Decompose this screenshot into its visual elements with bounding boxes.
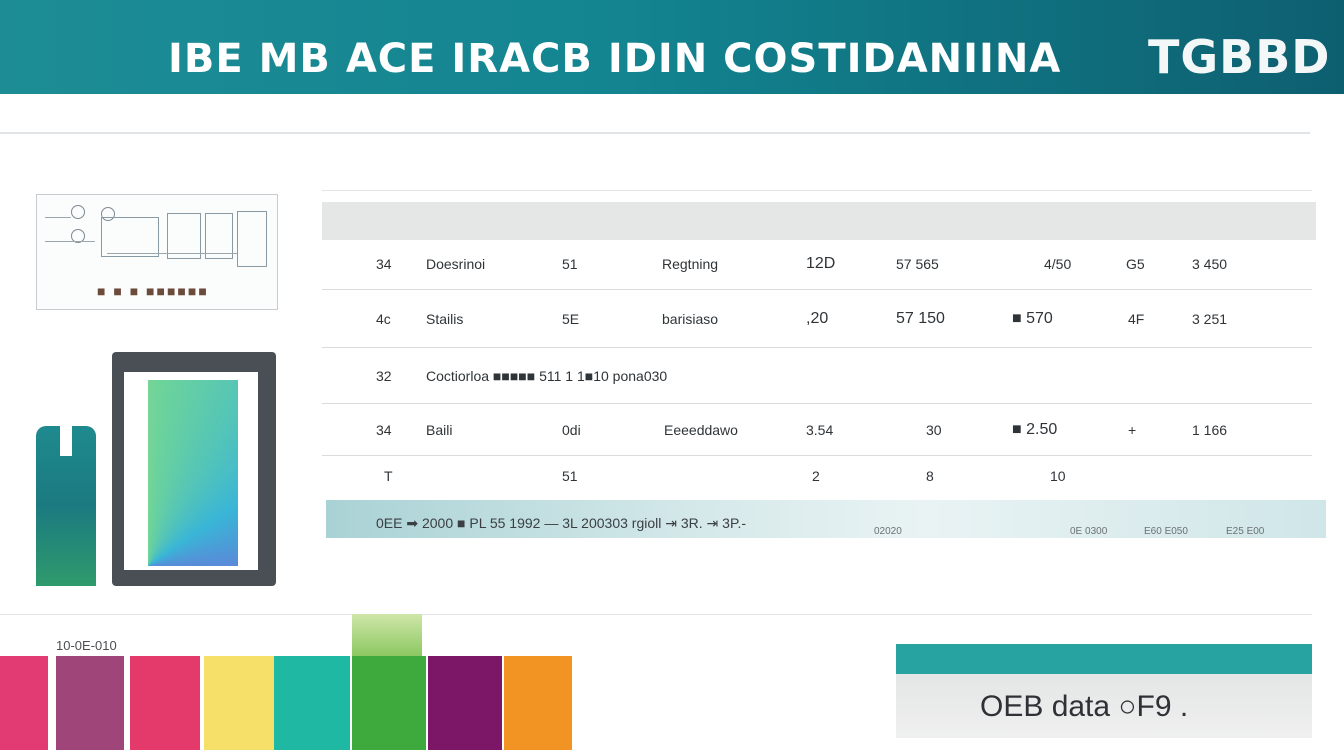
cell-rate: 4/50 bbox=[1044, 255, 1072, 272]
color-swatch[interactable] bbox=[130, 656, 200, 750]
cell-total: 1 166 bbox=[1192, 421, 1228, 438]
header-banner: IBE MB ACE IRACB IDIN COSTIDANIINA TGBBD bbox=[0, 0, 1344, 94]
cell-id: 34 bbox=[376, 421, 392, 438]
color-swatch[interactable] bbox=[204, 656, 274, 750]
table-top-divider bbox=[322, 190, 1312, 191]
cell-value: 12D bbox=[806, 254, 836, 272]
color-swatch[interactable] bbox=[274, 656, 350, 750]
cell-name: Coctiorloa ■■■■■ 511 1 1■10 pona030 bbox=[426, 367, 668, 384]
cell-name: Baili bbox=[426, 421, 453, 438]
swatch-label: 10-0E-010 bbox=[56, 638, 117, 653]
cell-type: Regtning bbox=[662, 255, 719, 272]
table-row[interactable]: 4c Stailis 5E barisiaso ,20 57 150 ■ 570… bbox=[322, 290, 1312, 348]
table-row[interactable]: 34 Baili 0di Eeeeddawo 3.54 30 ■ 2.50 + … bbox=[322, 404, 1312, 456]
cell-code: 0di bbox=[562, 421, 581, 438]
color-swatch[interactable] bbox=[428, 656, 502, 750]
color-swatch[interactable] bbox=[0, 656, 48, 750]
cell-id: 32 bbox=[376, 367, 392, 384]
diagram-node-icon bbox=[71, 205, 85, 219]
header-logo: TGBBD bbox=[1148, 30, 1331, 84]
diagram-thumbnail[interactable]: ■ ■ ■ ■■■■■■ bbox=[36, 194, 278, 310]
diagram-block bbox=[101, 217, 159, 257]
cell-code: 5E bbox=[562, 310, 580, 327]
cell-total: 3 450 bbox=[1192, 255, 1228, 272]
cell-type: Eeeeddawo bbox=[664, 421, 738, 438]
cell-rate: ■ 2.50 bbox=[1012, 420, 1058, 438]
tower-notch bbox=[60, 426, 72, 456]
swatch-highlight bbox=[352, 614, 422, 656]
footer-cell: E60 E050 bbox=[1144, 526, 1188, 537]
cell-code: 51 bbox=[562, 255, 578, 272]
diagram-connector bbox=[107, 253, 237, 254]
top-divider bbox=[0, 132, 1310, 134]
footer-summary: 0ЕЕ ➡ 2000 ■ PL 55 1992 — 3L 200303 rgio… bbox=[376, 515, 747, 531]
footer-cell: 02020 bbox=[874, 526, 902, 537]
table-header bbox=[322, 202, 1316, 240]
footer-cell: 0E 0300 bbox=[1070, 526, 1108, 537]
cell-name: Doesrinoi bbox=[426, 255, 486, 272]
table-row[interactable]: 32 Coctiorloa ■■■■■ 511 1 1■10 pona030 bbox=[322, 348, 1312, 404]
cell-grade: 4F bbox=[1128, 310, 1145, 327]
color-swatch[interactable] bbox=[352, 656, 426, 750]
cell-rate: 10 bbox=[1050, 468, 1066, 484]
color-swatch[interactable] bbox=[504, 656, 572, 750]
cell-amount: 57 150 bbox=[896, 309, 945, 327]
cell-grade: G5 bbox=[1126, 255, 1145, 272]
cell-rate: ■ 570 bbox=[1012, 309, 1053, 327]
cell-grade: + bbox=[1128, 421, 1137, 438]
cell-amount: 57 565 bbox=[896, 255, 939, 272]
cell-name: Stailis bbox=[426, 310, 464, 327]
cell-amount: 8 bbox=[926, 468, 934, 484]
bottom-divider bbox=[0, 614, 1312, 615]
table-row[interactable]: 34 Doesrinoi 51 Regtning 12D 57 565 4/50… bbox=[322, 238, 1312, 290]
cell-total: 3 251 bbox=[1192, 310, 1228, 327]
diagram-connector bbox=[45, 217, 71, 218]
diagram-connector bbox=[45, 241, 95, 242]
diagram-caption: ■ ■ ■ ■■■■■■ bbox=[97, 283, 209, 299]
page-title: IBE MB ACE IRACB IDIN COSTIDANIINA bbox=[168, 36, 1062, 82]
cell-value: 2 bbox=[812, 468, 820, 484]
diagram-block bbox=[237, 211, 267, 267]
cell-value: 3.54 bbox=[806, 421, 834, 438]
table-row[interactable]: T 51 2 8 10 bbox=[322, 456, 1312, 496]
cell-id: 34 bbox=[376, 255, 392, 272]
gradient-artwork bbox=[148, 380, 238, 566]
cell-amount: 30 bbox=[926, 421, 942, 438]
cell-value: ,20 bbox=[806, 309, 829, 327]
color-swatch[interactable] bbox=[56, 656, 124, 750]
panel-header bbox=[896, 644, 1312, 674]
panel-label: OEB data ○F9 . bbox=[980, 690, 1189, 723]
footer-cell: E25 E00 bbox=[1226, 526, 1265, 537]
cell-code: 51 bbox=[562, 468, 578, 484]
cell-type: barisiaso bbox=[662, 310, 719, 327]
cell-id: T bbox=[384, 468, 393, 484]
cell-id: 4c bbox=[376, 310, 391, 327]
